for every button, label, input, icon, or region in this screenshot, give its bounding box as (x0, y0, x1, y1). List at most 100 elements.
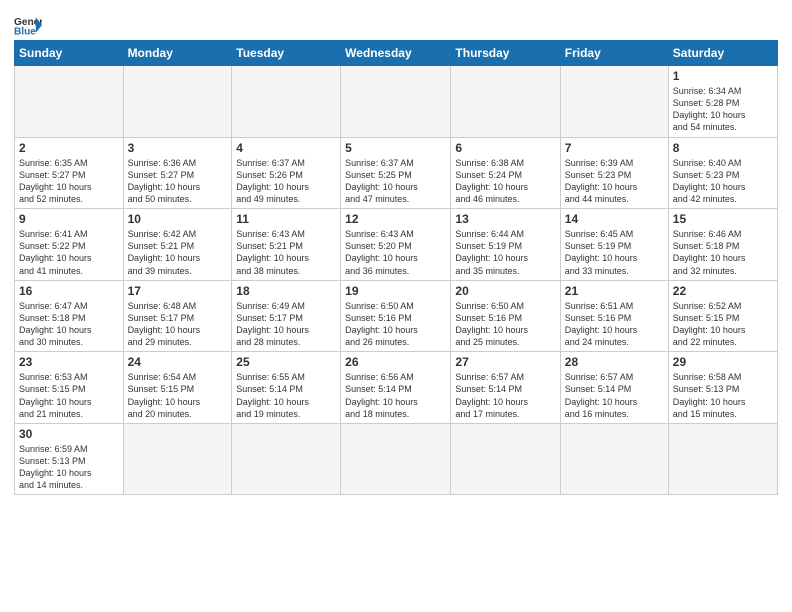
day-info: Sunrise: 6:37 AM Sunset: 5:25 PM Dayligh… (345, 157, 446, 206)
day-info: Sunrise: 6:44 AM Sunset: 5:19 PM Dayligh… (455, 228, 555, 277)
day-number: 6 (455, 141, 555, 155)
day-number: 11 (236, 212, 336, 226)
day-info: Sunrise: 6:55 AM Sunset: 5:14 PM Dayligh… (236, 371, 336, 420)
calendar-day-cell: 9Sunrise: 6:41 AM Sunset: 5:22 PM Daylig… (15, 209, 124, 281)
calendar-day-cell (15, 66, 124, 138)
calendar-header-monday: Monday (123, 41, 232, 66)
calendar-day-cell (232, 66, 341, 138)
calendar-day-cell (560, 66, 668, 138)
calendar-day-cell (451, 66, 560, 138)
calendar-day-cell (451, 423, 560, 495)
day-info: Sunrise: 6:52 AM Sunset: 5:15 PM Dayligh… (673, 300, 773, 349)
calendar-header-friday: Friday (560, 41, 668, 66)
calendar-day-cell: 25 Sunrise: 6:55 AM Sunset: 5:14 PM Dayli… (232, 352, 341, 424)
day-number: 25 (236, 355, 336, 369)
calendar-day-cell: 24Sunrise: 6:54 AM Sunset: 5:15 PM Dayli… (123, 352, 232, 424)
day-info: Sunrise: 6:39 AM Sunset: 5:23 PM Dayligh… (565, 157, 664, 206)
day-info: Sunrise: 6:50 AM Sunset: 5:16 PM Dayligh… (345, 300, 446, 349)
day-info: Sunrise: 6:51 AM Sunset: 5:16 PM Dayligh… (565, 300, 664, 349)
calendar-day-cell: 22 Sunrise: 6:52 AM Sunset: 5:15 PM Dayli… (668, 280, 777, 352)
day-info: Sunrise: 6:40 AM Sunset: 5:23 PM Dayligh… (673, 157, 773, 206)
calendar-day-cell: 5Sunrise: 6:37 AM Sunset: 5:25 PM Daylig… (341, 137, 451, 209)
day-number: 29 (673, 355, 773, 369)
day-number: 4 (236, 141, 336, 155)
day-info: Sunrise: 6:37 AM Sunset: 5:26 PM Dayligh… (236, 157, 336, 206)
calendar-day-cell: 6 Sunrise: 6:38 AM Sunset: 5:24 PM Daylig… (451, 137, 560, 209)
calendar-day-cell: 2Sunrise: 6:35 AM Sunset: 5:27 PM Daylig… (15, 137, 124, 209)
day-info: Sunrise: 6:38 AM Sunset: 5:24 PM Dayligh… (455, 157, 555, 206)
calendar-header-saturday: Saturday (668, 41, 777, 66)
calendar-day-cell (123, 423, 232, 495)
day-number: 24 (128, 355, 228, 369)
day-number: 7 (565, 141, 664, 155)
calendar-day-cell: 14 Sunrise: 6:45 AM Sunset: 5:19 PM Dayli… (560, 209, 668, 281)
calendar-day-cell: 18 Sunrise: 6:49 AM Sunset: 5:17 PM Dayli… (232, 280, 341, 352)
day-info: Sunrise: 6:43 AM Sunset: 5:20 PM Dayligh… (345, 228, 446, 277)
day-info: Sunrise: 6:42 AM Sunset: 5:21 PM Dayligh… (128, 228, 228, 277)
calendar-day-cell (232, 423, 341, 495)
calendar-day-cell: 1 Sunrise: 6:34 AM Sunset: 5:28 PM Daylig… (668, 66, 777, 138)
calendar-day-cell: 29Sunrise: 6:58 AM Sunset: 5:13 PM Dayli… (668, 352, 777, 424)
day-info: Sunrise: 6:59 AM Sunset: 5:13 PM Dayligh… (19, 443, 119, 492)
calendar-day-cell: 19 Sunrise: 6:50 AM Sunset: 5:16 PM Dayli… (341, 280, 451, 352)
calendar-day-cell: 8 Sunrise: 6:40 AM Sunset: 5:23 PM Daylig… (668, 137, 777, 209)
day-number: 19 (345, 284, 446, 298)
calendar-header-row: SundayMondayTuesdayWednesdayThursdayFrid… (15, 41, 778, 66)
day-info: Sunrise: 6:43 AM Sunset: 5:21 PM Dayligh… (236, 228, 336, 277)
day-info: Sunrise: 6:49 AM Sunset: 5:17 PM Dayligh… (236, 300, 336, 349)
day-number: 14 (565, 212, 664, 226)
calendar-table: SundayMondayTuesdayWednesdayThursdayFrid… (14, 40, 778, 495)
day-info: Sunrise: 6:47 AM Sunset: 5:18 PM Dayligh… (19, 300, 119, 349)
calendar-day-cell (341, 66, 451, 138)
calendar-day-cell: 13Sunrise: 6:44 AM Sunset: 5:19 PM Dayli… (451, 209, 560, 281)
day-info: Sunrise: 6:56 AM Sunset: 5:14 PM Dayligh… (345, 371, 446, 420)
calendar-week-row: 9Sunrise: 6:41 AM Sunset: 5:22 PM Daylig… (15, 209, 778, 281)
calendar-day-cell (123, 66, 232, 138)
page-container: General Blue SundayMondayTuesdayWednesda… (0, 0, 792, 501)
day-number: 26 (345, 355, 446, 369)
calendar-header-tuesday: Tuesday (232, 41, 341, 66)
calendar-day-cell: 12 Sunrise: 6:43 AM Sunset: 5:20 PM Dayli… (341, 209, 451, 281)
day-info: Sunrise: 6:57 AM Sunset: 5:14 PM Dayligh… (455, 371, 555, 420)
day-number: 27 (455, 355, 555, 369)
day-info: Sunrise: 6:45 AM Sunset: 5:19 PM Dayligh… (565, 228, 664, 277)
calendar-day-cell: 7 Sunrise: 6:39 AM Sunset: 5:23 PM Daylig… (560, 137, 668, 209)
svg-text:Blue: Blue (14, 26, 36, 36)
day-info: Sunrise: 6:53 AM Sunset: 5:15 PM Dayligh… (19, 371, 119, 420)
calendar-header-wednesday: Wednesday (341, 41, 451, 66)
day-number: 9 (19, 212, 119, 226)
day-info: Sunrise: 6:46 AM Sunset: 5:18 PM Dayligh… (673, 228, 773, 277)
day-number: 12 (345, 212, 446, 226)
day-number: 22 (673, 284, 773, 298)
calendar-day-cell (668, 423, 777, 495)
calendar-day-cell: 20Sunrise: 6:50 AM Sunset: 5:16 PM Dayli… (451, 280, 560, 352)
day-info: Sunrise: 6:34 AM Sunset: 5:28 PM Dayligh… (673, 85, 773, 134)
calendar-day-cell: 21Sunrise: 6:51 AM Sunset: 5:16 PM Dayli… (560, 280, 668, 352)
calendar-day-cell: 3Sunrise: 6:36 AM Sunset: 5:27 PM Daylig… (123, 137, 232, 209)
day-number: 1 (673, 69, 773, 83)
day-number: 18 (236, 284, 336, 298)
day-number: 23 (19, 355, 119, 369)
day-number: 28 (565, 355, 664, 369)
calendar-week-row: 2Sunrise: 6:35 AM Sunset: 5:27 PM Daylig… (15, 137, 778, 209)
day-number: 16 (19, 284, 119, 298)
calendar-week-row: 1 Sunrise: 6:34 AM Sunset: 5:28 PM Daylig… (15, 66, 778, 138)
day-number: 17 (128, 284, 228, 298)
calendar-day-cell: 28 Sunrise: 6:57 AM Sunset: 5:14 PM Dayli… (560, 352, 668, 424)
logo-icon: General Blue (14, 14, 42, 36)
calendar-day-cell: 11 Sunrise: 6:43 AM Sunset: 5:21 PM Dayli… (232, 209, 341, 281)
calendar-day-cell: 4 Sunrise: 6:37 AM Sunset: 5:26 PM Daylig… (232, 137, 341, 209)
calendar-day-cell (341, 423, 451, 495)
header: General Blue (14, 10, 778, 36)
calendar-header-sunday: Sunday (15, 41, 124, 66)
calendar-day-cell: 15Sunrise: 6:46 AM Sunset: 5:18 PM Dayli… (668, 209, 777, 281)
calendar-day-cell: 27 Sunrise: 6:57 AM Sunset: 5:14 PM Dayli… (451, 352, 560, 424)
day-number: 20 (455, 284, 555, 298)
calendar-day-cell: 10 Sunrise: 6:42 AM Sunset: 5:21 PM Dayli… (123, 209, 232, 281)
day-info: Sunrise: 6:57 AM Sunset: 5:14 PM Dayligh… (565, 371, 664, 420)
calendar-day-cell: 23 Sunrise: 6:53 AM Sunset: 5:15 PM Dayli… (15, 352, 124, 424)
day-number: 10 (128, 212, 228, 226)
day-number: 8 (673, 141, 773, 155)
logo: General Blue (14, 14, 42, 36)
calendar-header-thursday: Thursday (451, 41, 560, 66)
